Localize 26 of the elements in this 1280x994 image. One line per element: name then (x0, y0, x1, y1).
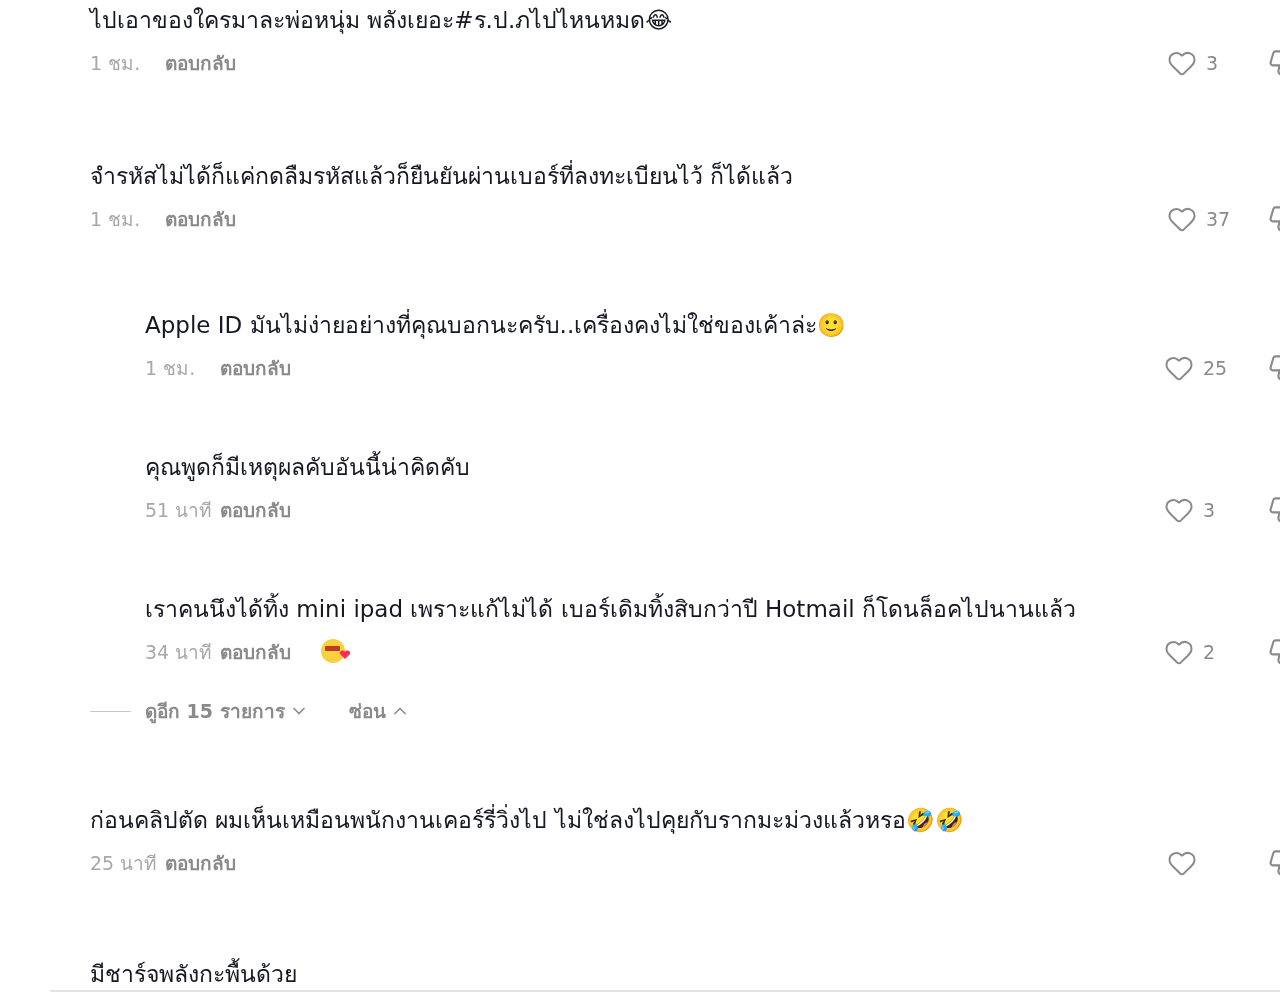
comment-text: Apple ID มันไม่ง่ายอย่างที่คุณบอกนะครับ..เครื่องคงไม่ใช่ของเค้าล่ะ🙂 (145, 309, 847, 341)
comment-text: เราคนนึงได้ทิ้ง mini ipad เพราะแก้ไม่ได้ เบอร์เดิมทิ้งสิบกว่าปี Hotmail ก็โดนล็อคไปนานแล้ว (145, 593, 1076, 625)
comment-time: 25 นาที (90, 850, 159, 876)
comment-time: 1 ชม. (145, 355, 197, 381)
comment-text: คุณพูดก็มีเหตุผลคับอันนี้น่าคิดคับ (145, 451, 470, 483)
comment-time: 34 นาที (145, 639, 214, 665)
like-count: 3 (1206, 50, 1219, 76)
reply-link[interactable]: ตอบกลับ (165, 48, 236, 78)
like-count: 25 (1203, 355, 1228, 381)
comment-time: 1 ชม. (90, 50, 142, 76)
reply-link[interactable]: ตอบกลับ (220, 637, 291, 667)
comment-text: ก่อนคลิปตัด ผมเห็นเหมือนพนักงานเคอร์รี่วิ่งไป ไม่ใช่ลงไปคุยกับรากมะม่วงแล้วหรอ🤣🤣 (90, 804, 964, 836)
reply-link[interactable]: ตอบกลับ (165, 848, 236, 878)
view-more-replies-button[interactable]: ดูอีก 15 รายการ (145, 696, 309, 726)
comment-text: จำรหัสไม่ได้ก็แค่กดลืมรหัสแล้วก็ยืนยันผ่านเบอร์ที่ลงทะเบียนไว้ ก็ได้แล้ว (90, 160, 794, 192)
hide-replies-button[interactable]: ซ่อน (348, 696, 410, 726)
like-count: 2 (1203, 639, 1216, 665)
reply-link[interactable]: ตอบกลับ (220, 353, 291, 383)
reply-link[interactable]: ตอบกลับ (165, 204, 236, 234)
like-count: 37 (1206, 206, 1231, 232)
comment-time: 51 นาที (145, 497, 214, 523)
like-count: 3 (1203, 497, 1216, 523)
comment-text: มีชาร์จพลังกะพื้นด้วย (90, 958, 297, 990)
reply-link[interactable]: ตอบกลับ (220, 495, 291, 525)
comment-text: ไปเอาของใครมาละพ่อหนุ่ม พลังเยอะ#ร.ป.ภไปไหนหมด😂 (90, 6, 673, 36)
comment-time: 1 ชม. (90, 206, 142, 232)
